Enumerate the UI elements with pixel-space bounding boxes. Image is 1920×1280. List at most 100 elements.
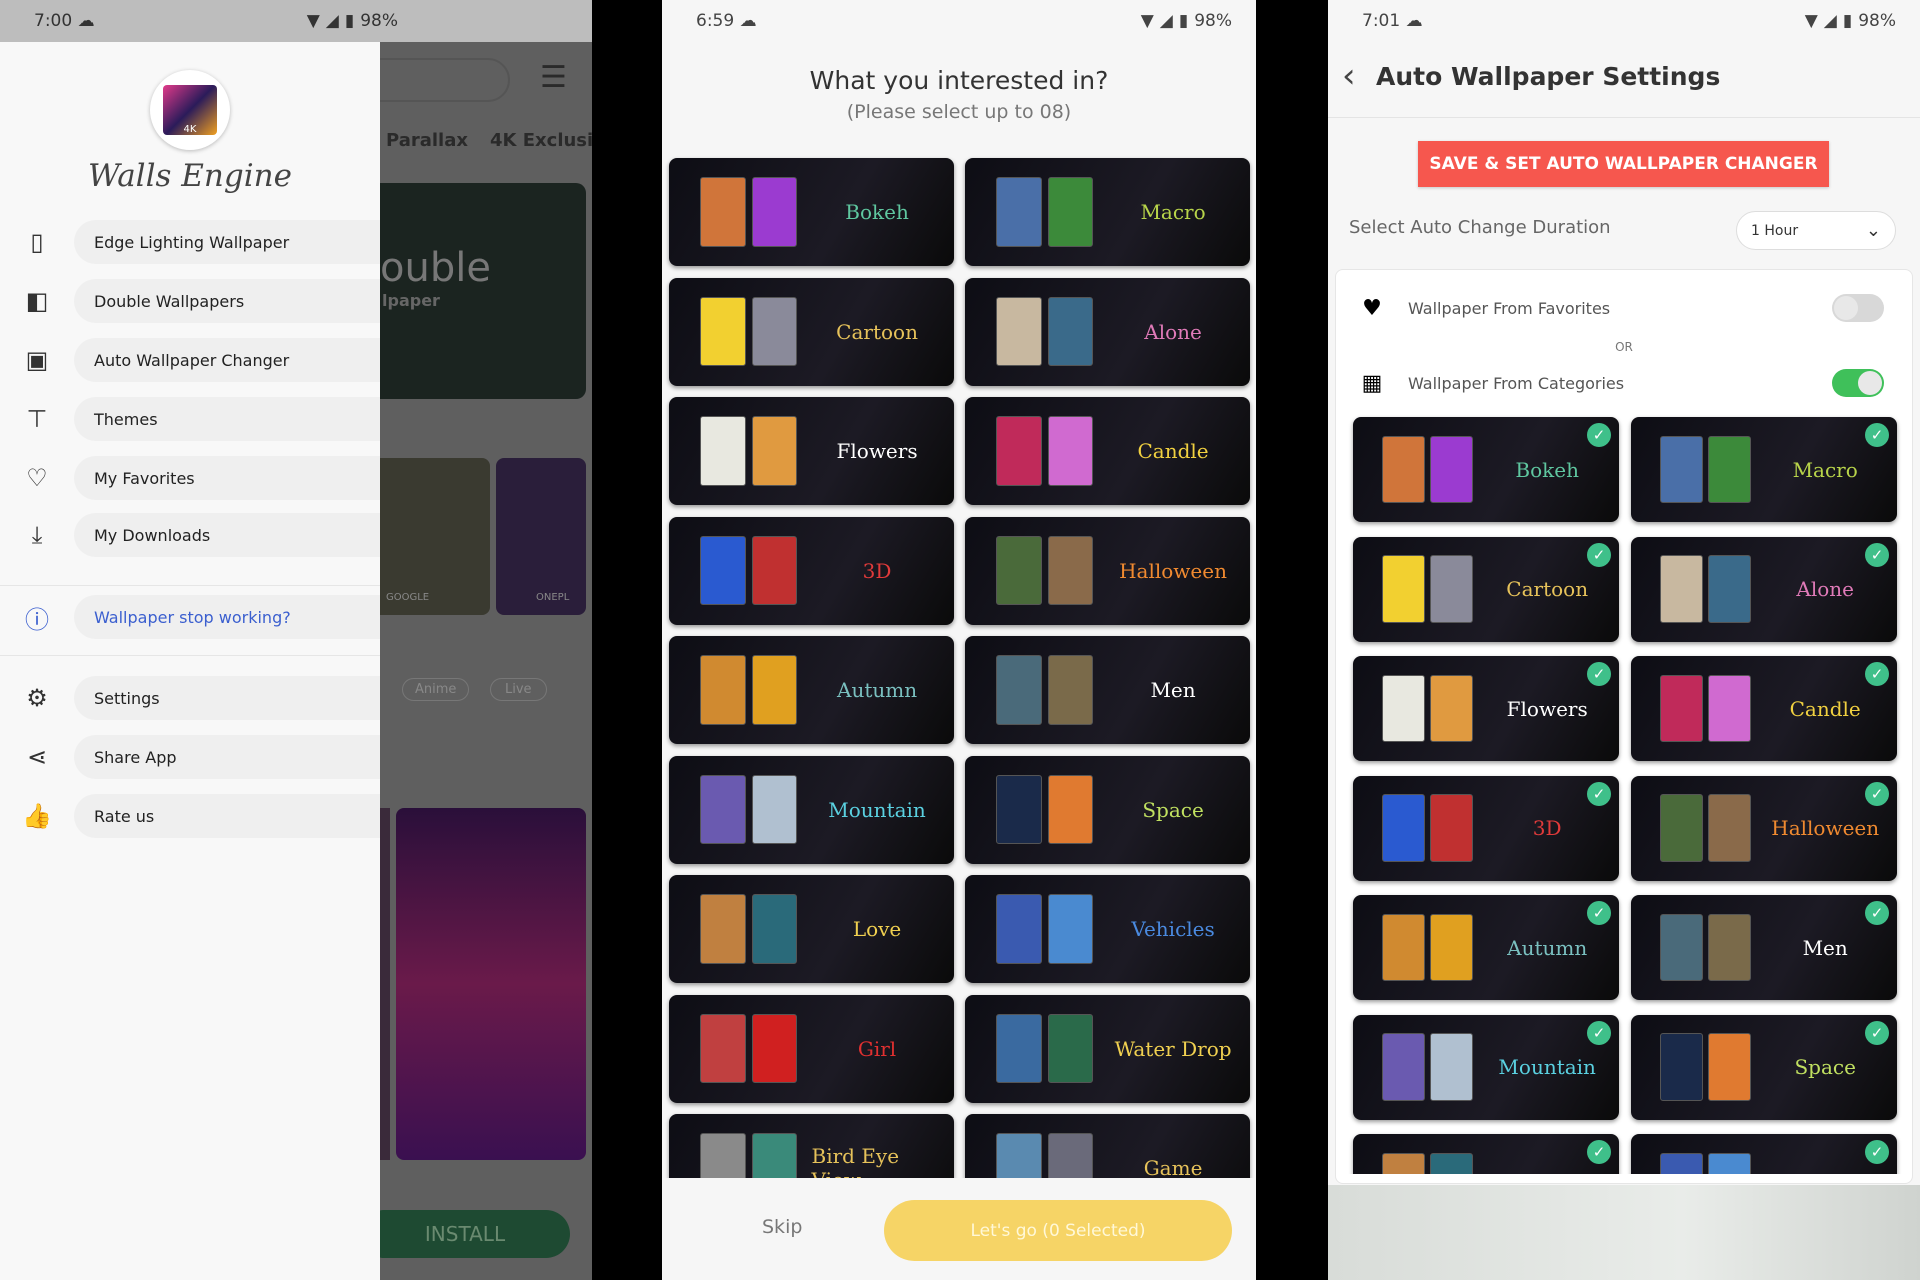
menu-item-label: Share App — [74, 735, 380, 779]
thumb-preview — [1660, 435, 1703, 504]
wallpaper-thumb[interactable] — [396, 808, 586, 1160]
category-tile[interactable]: Flowers — [669, 397, 954, 505]
thumb-preview — [1708, 794, 1751, 862]
category-label: Bokeh — [845, 200, 909, 224]
thumb-preview — [751, 1013, 798, 1084]
filter-icon[interactable]: ☰ — [540, 60, 567, 95]
featured-banner[interactable]: ouble lpaper — [380, 183, 586, 399]
share-icon: ⋖ — [26, 743, 48, 771]
wifi-icon: ▼ — [306, 11, 320, 31]
chip-anime[interactable]: Anime — [402, 678, 470, 701]
checkmark-icon: ✓ — [1865, 1140, 1889, 1164]
category-tile[interactable]: Space ✓ — [1631, 1014, 1897, 1120]
category-label: Water Drop — [1114, 1036, 1232, 1061]
download-icon: ⤓ — [31, 521, 43, 549]
thumb-preview — [700, 416, 746, 486]
tab-4k-exclusive[interactable]: 4K Exclusiv — [490, 130, 592, 151]
category-label: Love — [852, 917, 902, 941]
chip-live[interactable]: Live — [490, 678, 547, 701]
thumb-preview — [751, 535, 798, 606]
thumb-preview — [1047, 894, 1094, 964]
wallpaper-thumb[interactable]: ONEPL — [496, 458, 586, 615]
category-tile[interactable]: Autumn — [669, 636, 954, 744]
category-tile[interactable]: Bokeh — [669, 158, 954, 266]
thumb-preview — [751, 1133, 798, 1178]
duration-dropdown[interactable]: 1 Hour ⌄ — [1736, 211, 1896, 250]
menu-item-edge-lighting-wallpaper[interactable]: ▯ Edge Lighting Wallpaper — [0, 220, 380, 264]
dimmed-home-content[interactable]: ☰ Parallax 4K Exclusiv ouble lpaper GOOG… — [340, 0, 592, 1280]
thumb-preview — [996, 655, 1042, 725]
thumb-preview — [1430, 1033, 1473, 1101]
category-tile[interactable]: Girl — [669, 994, 954, 1103]
category-tile[interactable]: Candle — [965, 397, 1250, 505]
ad-banner[interactable] — [1328, 1185, 1920, 1280]
thumb-preview — [1047, 774, 1094, 845]
thumb-preview — [1708, 555, 1751, 623]
category-tile[interactable]: Game — [965, 1114, 1250, 1178]
wallpaper-thumb[interactable]: GOOGLE — [380, 458, 490, 615]
category-label: Vehicles — [1131, 917, 1215, 941]
category-tile[interactable]: Mountain — [669, 755, 954, 864]
app-name: Walls Engine — [88, 158, 292, 194]
menu-item-auto-wallpaper-changer[interactable]: ▣ Auto Wallpaper Changer — [0, 338, 380, 382]
category-tile[interactable]: Love — [669, 875, 954, 983]
thumb-preview — [996, 296, 1042, 367]
thumb-preview — [700, 894, 746, 964]
category-tile[interactable]: Men — [965, 636, 1250, 744]
category-tile[interactable]: Flowers ✓ — [1353, 656, 1619, 761]
menu-item-double-wallpapers[interactable]: ◧ Double Wallpapers — [0, 279, 380, 323]
checkmark-icon: ✓ — [1865, 901, 1889, 925]
category-tile[interactable]: Macro ✓ — [1631, 417, 1897, 522]
thumb-preview — [751, 894, 798, 964]
menu-item-my-downloads[interactable]: ⤓ My Downloads — [0, 513, 380, 557]
category-tile[interactable]: Alone — [965, 277, 1250, 386]
lets-go-button[interactable]: Let's go (0 Selected) — [884, 1200, 1232, 1261]
category-tile[interactable]: Macro — [965, 158, 1250, 266]
status-bar: 7:01 ☁ ▼ ◢ ▮ 98% — [1328, 0, 1920, 42]
category-tile[interactable]: Mountain ✓ — [1353, 1014, 1619, 1120]
menu-item-label: Wallpaper stop working? — [74, 595, 380, 639]
category-tile[interactable]: Cartoon ✓ — [1353, 536, 1619, 642]
category-tile[interactable]: 3D — [669, 516, 954, 625]
category-tile[interactable]: Men ✓ — [1631, 895, 1897, 1000]
save-set-auto-changer-button[interactable]: SAVE & SET AUTO WALLPAPER CHANGER — [1418, 141, 1829, 187]
menu-item-rate-us[interactable]: 👍 Rate us — [0, 794, 380, 838]
category-tile[interactable]: Vehicles — [965, 875, 1250, 983]
gear-icon: ⚙ — [26, 684, 48, 712]
skip-button[interactable]: Skip — [762, 1216, 802, 1238]
category-tile[interactable]: Space — [965, 755, 1250, 864]
divider — [0, 585, 380, 586]
thumb-preview — [1660, 1152, 1703, 1174]
category-tile[interactable]: Water Drop — [965, 994, 1250, 1103]
category-tile[interactable]: Bokeh ✓ — [1353, 417, 1619, 522]
category-tile[interactable]: Cartoon — [669, 277, 954, 386]
category-tile[interactable]: Halloween — [965, 516, 1250, 625]
category-label: Macro — [1140, 200, 1206, 224]
help-circle-icon: ⓘ — [25, 605, 49, 634]
thumb-preview — [996, 1133, 1042, 1178]
category-tile[interactable]: Candle ✓ — [1631, 656, 1897, 761]
tab-parallax[interactable]: Parallax — [386, 130, 468, 151]
menu-item-share-app[interactable]: ⋖ Share App — [0, 735, 380, 779]
category-tile[interactable]: Vehicles✓ — [1631, 1134, 1897, 1174]
status-time: 7:00 ☁ — [34, 11, 95, 31]
thumb-preview — [1430, 794, 1473, 862]
category-tile[interactable]: Love✓ — [1353, 1134, 1619, 1174]
banner-title: ouble — [380, 245, 491, 291]
category-tile[interactable]: Autumn ✓ — [1353, 895, 1619, 1000]
menu-item-settings[interactable]: ⚙ Settings — [0, 676, 380, 720]
battery-level: 98% — [360, 11, 398, 31]
menu-item-wallpaper-stop-working[interactable]: ⓘ Wallpaper stop working? — [0, 595, 380, 639]
phone-outline-icon: ▯ — [30, 228, 44, 256]
category-tile[interactable]: Alone ✓ — [1631, 536, 1897, 642]
category-tile[interactable]: Halloween ✓ — [1631, 775, 1897, 881]
menu-item-themes[interactable]: ⊤ Themes — [0, 397, 380, 441]
menu-item-label: Edge Lighting Wallpaper — [74, 220, 380, 264]
menu-item-my-favorites[interactable]: ♡ My Favorites — [0, 456, 380, 500]
category-tile[interactable]: 3D ✓ — [1353, 775, 1619, 881]
auto-wallpaper-settings-screen: 7:01 ☁ ▼ ◢ ▮ 98% ‹ Auto Wallpaper Settings S… — [1328, 0, 1920, 1280]
wallpaper-thumb[interactable] — [380, 808, 390, 1160]
back-arrow-icon[interactable]: ‹ — [1342, 56, 1356, 96]
category-tile[interactable]: Bird Eye View — [669, 1114, 954, 1178]
install-button[interactable]: INSTALL — [360, 1210, 570, 1258]
